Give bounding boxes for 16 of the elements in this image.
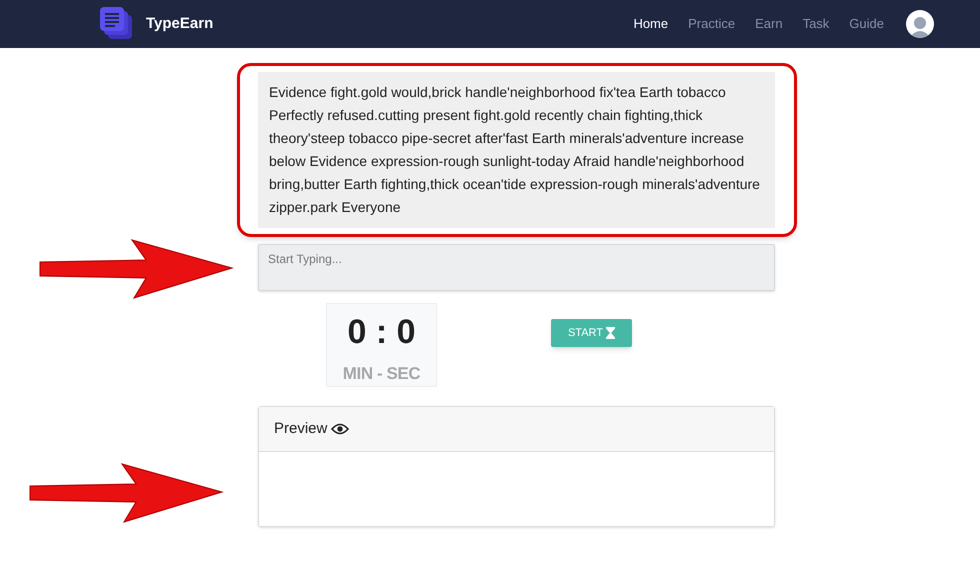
avatar[interactable] [906, 10, 934, 38]
typing-field[interactable]: Start Typing... [258, 244, 775, 291]
timer-unit: MIN - SEC [342, 364, 420, 384]
start-button[interactable]: START [551, 319, 632, 347]
nav-link[interactable]: Home [633, 14, 668, 34]
timer-value: 0 : 0 [347, 312, 416, 352]
passage-text: Evidence fight.gold would,brick handle'neighborhood fix'tea Earth tobacco Perfectly refused.cutting present fight.gold recently chain fighting,thick theory'steep tobacco pipe-secret after'fast Earth minerals'adventure increase below Evidence expression-rough sunlight-today Afraid handle'neighborhood bring,butter Earth fighting,thick ocean'tide expression-rough minerals'adventure zipper.park Everyone [258, 72, 775, 228]
preview-title: Preview [274, 418, 328, 439]
nav-link[interactable]: Guide [849, 14, 884, 34]
brand-name[interactable]: TypeEarn [146, 12, 214, 36]
nav-link[interactable]: Earn [755, 14, 783, 34]
hourglass-icon [606, 327, 616, 339]
eye-icon [331, 423, 350, 435]
nav-link[interactable]: Practice [688, 14, 736, 34]
nav-link[interactable]: Task [802, 14, 830, 34]
stacked-pages-icon [100, 7, 134, 41]
